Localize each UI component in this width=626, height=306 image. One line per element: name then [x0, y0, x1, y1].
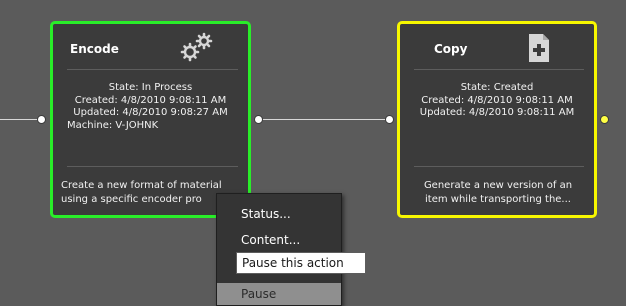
connector-in-encode [0, 119, 40, 120]
encode-desc-divider [67, 166, 238, 167]
encode-description: Create a new format of material using a … [61, 179, 242, 207]
encode-header-divider [67, 69, 238, 70]
copy-created: Created: 4/8/2010 9:08:11 AM [421, 94, 573, 106]
copy-header-divider [414, 69, 584, 70]
node-context-menu: Status... Content... Pause [216, 193, 342, 306]
copy-input-port[interactable] [385, 115, 394, 124]
menu-item-status[interactable]: Status... [217, 203, 341, 225]
copy-desc-divider [414, 166, 584, 167]
encode-created: Created: 4/8/2010 9:08:11 AM [74, 94, 227, 106]
pause-tooltip: Pause this action [236, 252, 366, 274]
menu-item-content[interactable]: Content... [217, 229, 341, 251]
encode-state: State: In Process [108, 82, 193, 93]
encode-node-title: Encode [70, 42, 119, 56]
menu-item-pause[interactable]: Pause [217, 283, 341, 305]
encode-machine: Machine: V-JOHNK [67, 119, 159, 131]
copy-node-title: Copy [434, 42, 468, 56]
copy-activity-node[interactable]: Copy State: Created Created: 4/8/2010 9:… [397, 21, 597, 218]
copy-description: Generate a new version of an item while … [408, 179, 588, 207]
encode-description-line2: using a specific encoder pro [61, 194, 202, 205]
copy-state: State: Created [460, 82, 534, 93]
copy-description-line1: Generate a new version of an [423, 180, 573, 191]
workflow-canvas[interactable]: Encode State: In Process Created: 4/8/20… [0, 0, 626, 306]
encode-updated: Updated: 4/8/2010 9:08:27 AM [73, 107, 228, 118]
copy-node-info: State: Created Created: 4/8/2010 9:08:11… [408, 82, 586, 120]
connector-encode-copy [262, 119, 388, 120]
copy-output-port[interactable] [600, 115, 609, 124]
encode-description-line1: Create a new format of material [61, 180, 222, 191]
copy-updated: Updated: 4/8/2010 9:08:11 AM [419, 107, 575, 118]
gears-icon [180, 32, 213, 62]
encode-activity-node[interactable]: Encode State: In Process Created: 4/8/20… [50, 21, 251, 218]
document-add-icon [529, 34, 549, 62]
encode-input-port[interactable] [37, 115, 46, 124]
encode-output-port[interactable] [254, 115, 263, 124]
encode-node-info: State: In Process Created: 4/8/2010 9:08… [61, 82, 240, 132]
copy-description-line2: item while transporting the... [425, 194, 571, 205]
